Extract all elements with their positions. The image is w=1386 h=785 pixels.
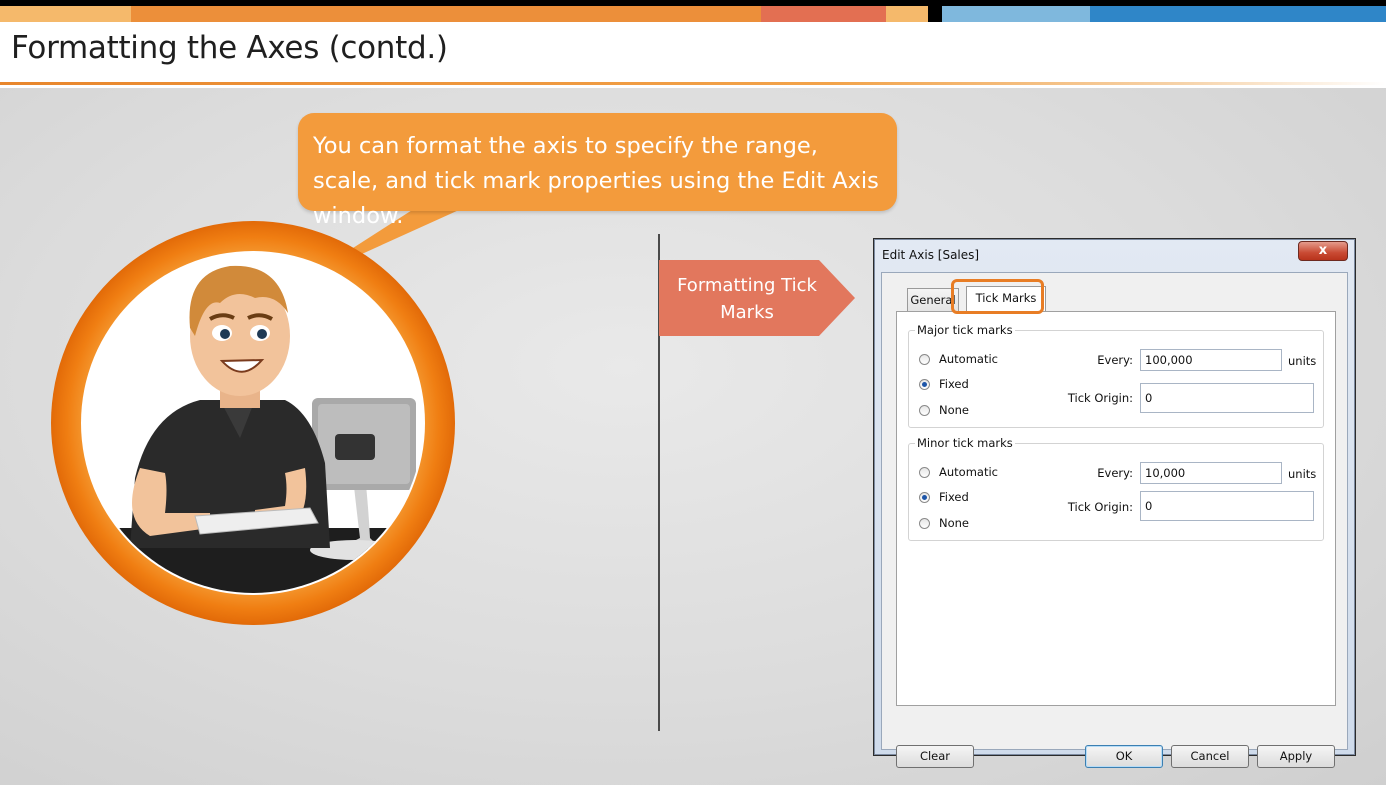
clear-button[interactable]: Clear	[896, 745, 974, 768]
group-label-minor: Minor tick marks	[915, 436, 1015, 450]
edit-axis-dialog: Edit Axis [Sales] x General Tick Marks M…	[873, 238, 1356, 768]
radio-icon	[919, 518, 930, 529]
dialog-title: Edit Axis [Sales]	[882, 248, 980, 262]
radio-label: Fixed	[939, 377, 969, 391]
apply-button[interactable]: Apply	[1257, 745, 1335, 768]
major-tick-marks-group: Major tick marks Automatic Fixed None Ev…	[908, 323, 1324, 428]
minor-every-field[interactable]: 10,000	[1140, 462, 1282, 484]
ok-button[interactable]: OK	[1085, 745, 1163, 768]
major-tick-origin-label: Tick Origin:	[1067, 391, 1133, 405]
stripe-segment	[886, 6, 928, 22]
radio-icon	[919, 492, 930, 503]
stripe-segment	[761, 6, 886, 22]
radio-label: None	[939, 403, 970, 417]
section-tag-label: Formatting Tick Marks	[677, 275, 817, 323]
radio-icon	[919, 467, 930, 478]
close-icon[interactable]: x	[1298, 241, 1348, 261]
stripe-segment	[942, 6, 1090, 22]
radio-label: Automatic	[939, 465, 998, 479]
minor-tick-marks-group: Minor tick marks Automatic Fixed None Ev…	[908, 436, 1324, 541]
major-radio-none[interactable]: None	[919, 402, 969, 418]
major-every-field[interactable]: 100,000	[1140, 349, 1282, 371]
radio-icon	[919, 379, 930, 390]
radio-label: None	[939, 516, 970, 530]
major-every-label: Every:	[1097, 353, 1133, 367]
callout-bubble: You can format the axis to specify the r…	[298, 113, 897, 229]
major-tick-origin-field[interactable]: 0	[1140, 383, 1314, 413]
minor-tick-origin-label: Tick Origin:	[1067, 500, 1133, 514]
minor-radio-none[interactable]: None	[919, 515, 969, 531]
major-radio-fixed[interactable]: Fixed	[919, 376, 969, 392]
tick-marks-panel: Major tick marks Automatic Fixed None Ev…	[896, 311, 1336, 706]
tab-general[interactable]: General	[907, 288, 959, 312]
radio-label: Automatic	[939, 352, 998, 366]
radio-icon	[919, 405, 930, 416]
tab-tick-marks[interactable]: Tick Marks	[966, 286, 1046, 313]
cancel-button[interactable]: Cancel	[1171, 745, 1249, 768]
major-units-label: units	[1288, 354, 1317, 368]
minor-radio-fixed[interactable]: Fixed	[919, 489, 969, 505]
radio-label: Fixed	[939, 490, 969, 504]
stripe-segment	[1090, 6, 1386, 22]
minor-units-label: units	[1288, 467, 1317, 481]
minor-every-label: Every:	[1097, 466, 1133, 480]
presenter-at-computer-icon	[51, 221, 455, 625]
minor-radio-automatic[interactable]: Automatic	[919, 464, 998, 480]
major-radio-automatic[interactable]: Automatic	[919, 351, 998, 367]
minor-tick-origin-field[interactable]: 0	[1140, 491, 1314, 521]
group-label-major: Major tick marks	[915, 323, 1015, 337]
dialog-body: General Tick Marks Major tick marks Auto…	[881, 272, 1348, 768]
radio-icon	[919, 354, 930, 365]
